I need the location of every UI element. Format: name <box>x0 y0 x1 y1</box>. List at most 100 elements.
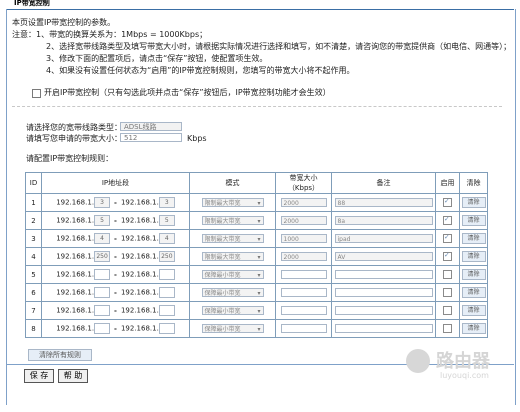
rule-note-input[interactable]: ipad <box>334 234 433 243</box>
rule-enabled-checkbox[interactable] <box>443 251 452 261</box>
mode-select[interactable]: 保障最小带宽 ▾ <box>201 270 264 279</box>
ip-end-input[interactable] <box>158 323 175 334</box>
rule-enabled-checkbox[interactable] <box>443 233 452 243</box>
help-button[interactable]: 帮 助 <box>58 369 88 383</box>
rule-enabled-checkbox[interactable] <box>443 324 452 333</box>
save-button[interactable]: 保 存 <box>24 369 54 383</box>
rule-enabled-checkbox[interactable] <box>443 288 452 297</box>
bandwidth-cell: 1000 <box>275 229 332 248</box>
rule-bandwidth-input[interactable] <box>280 288 327 297</box>
rule-note-input[interactable]: 8a <box>334 216 433 225</box>
rule-clear-button[interactable]: 清除 <box>461 215 486 226</box>
bandwidth-label: 请填写您申请的带宽大小： <box>26 134 122 143</box>
col-header-bandwidth: 带宽大小（Kbps） <box>275 172 332 194</box>
note-2: 2、选择宽带线路类型及填写带宽大小时，请根据实际情况进行选择和填写，如不清楚，请… <box>46 42 512 51</box>
ip-range-cell: 192.168.1. -192.168.1. <box>41 283 190 302</box>
ip-start-input[interactable]: 3 <box>94 197 111 208</box>
mode-select[interactable]: 保障最小带宽 ▾ <box>201 288 264 297</box>
table-row: 8 192.168.1. -192.168.1. 保障最小带宽 ▾ 清除 <box>25 319 488 338</box>
ip-prefix: 192.168.1. <box>56 216 95 225</box>
mode-select[interactable]: 保障最小带宽 ▾ <box>201 324 264 333</box>
clear-cell: 清除 <box>459 247 488 266</box>
ip-prefix: 192.168.1. <box>120 252 159 261</box>
rule-bandwidth-input[interactable] <box>280 306 327 315</box>
rule-bandwidth-input[interactable]: 2000 <box>280 216 327 225</box>
enable-bandwidth-control-checkbox[interactable] <box>32 89 41 98</box>
enabled-cell <box>435 247 460 266</box>
rule-enabled-checkbox[interactable] <box>443 306 452 315</box>
rule-enabled-checkbox[interactable] <box>443 197 452 207</box>
rule-clear-button[interactable]: 清除 <box>461 269 486 280</box>
mode-cell: 限制最大带宽 ▾ <box>189 211 276 230</box>
ip-range-dash: - <box>114 234 117 243</box>
col-header-clear: 清除 <box>459 172 488 194</box>
rule-note-input[interactable]: 88 <box>334 198 433 207</box>
ip-start-input[interactable] <box>94 287 111 298</box>
rule-enabled-checkbox[interactable] <box>443 270 452 279</box>
rule-bandwidth-input[interactable] <box>280 324 327 333</box>
chevron-down-icon: ▾ <box>257 254 261 261</box>
bandwidth-cell <box>275 283 332 302</box>
bandwidth-input[interactable]: 512 <box>120 133 182 142</box>
ip-range-dash: - <box>114 288 117 297</box>
ip-end-input[interactable] <box>158 287 175 298</box>
bandwidth-cell: 2000 <box>275 247 332 266</box>
ip-end-input[interactable]: 5 <box>158 215 175 226</box>
rule-bandwidth-input[interactable]: 2000 <box>280 252 327 261</box>
rule-bandwidth-input[interactable]: 2000 <box>280 198 327 207</box>
watermark: 路由器 luyouqi.com <box>400 343 512 389</box>
rule-clear-button[interactable]: 清除 <box>461 197 486 208</box>
bandwidth-cell: 2000 <box>275 211 332 230</box>
ip-start-input[interactable]: 4 <box>94 233 111 244</box>
ip-end-input[interactable] <box>158 269 175 280</box>
enabled-cell <box>435 211 460 230</box>
ip-prefix: 192.168.1. <box>56 324 95 333</box>
rule-clear-button[interactable]: 清除 <box>461 251 486 262</box>
bandwidth-value: 512 <box>124 134 138 142</box>
ip-end-input[interactable]: 250 <box>158 251 175 262</box>
watermark-logo-icon <box>406 349 430 373</box>
ip-range-dash: - <box>114 306 117 315</box>
ip-prefix: 192.168.1. <box>120 306 159 315</box>
rule-clear-button[interactable]: 清除 <box>461 287 486 298</box>
enabled-cell <box>435 265 460 284</box>
ip-end-input[interactable]: 3 <box>158 197 175 208</box>
ip-start-input[interactable] <box>94 323 111 334</box>
note-cell: 88 <box>331 193 436 212</box>
rule-note-input[interactable] <box>334 270 433 279</box>
col-header-note: 备注 <box>331 172 436 194</box>
rule-clear-button[interactable]: 清除 <box>461 305 486 316</box>
ip-prefix: 192.168.1. <box>120 270 159 279</box>
ip-range-cell: 192.168.1. -192.168.1. <box>41 319 190 338</box>
ip-end-input[interactable] <box>158 305 175 316</box>
rule-clear-button[interactable]: 清除 <box>461 233 486 244</box>
rule-bandwidth-input[interactable] <box>280 270 327 279</box>
clear-all-rules-button[interactable]: 清除所有规则 <box>28 349 92 361</box>
watermark-url: luyouqi.com <box>440 371 489 380</box>
ip-start-input[interactable] <box>94 305 111 316</box>
note-cell: 8a <box>331 211 436 230</box>
mode-select[interactable]: 保障最小带宽 ▾ <box>201 306 264 315</box>
note-cell <box>331 301 436 320</box>
ip-start-input[interactable]: 5 <box>94 215 111 226</box>
rule-enabled-checkbox[interactable] <box>443 215 452 225</box>
line-type-select[interactable]: ADSL线路 <box>120 122 182 131</box>
mode-select[interactable]: 限制最大带宽 ▾ <box>201 216 264 225</box>
ip-prefix: 192.168.1. <box>56 288 95 297</box>
mode-select[interactable]: 限制最大带宽 ▾ <box>201 252 264 261</box>
rule-bandwidth-input[interactable]: 1000 <box>280 234 327 243</box>
ip-start-input[interactable] <box>94 269 111 280</box>
ip-range-dash: - <box>114 324 117 333</box>
ip-start-input[interactable]: 250 <box>94 251 111 262</box>
mode-select[interactable]: 限制最大带宽 ▾ <box>201 234 264 243</box>
rule-clear-button[interactable]: 清除 <box>461 323 486 334</box>
rules-table-header: ID IP地址段 模式 带宽大小（Kbps） 备注 启用 清除 <box>25 172 488 194</box>
rule-note-input[interactable]: AV <box>334 252 433 261</box>
ip-end-input[interactable]: 4 <box>158 233 175 244</box>
mode-select[interactable]: 限制最大带宽 ▾ <box>201 198 264 207</box>
intro-text: 本页设置IP带宽控制的参数。 <box>12 18 116 27</box>
rule-note-input[interactable] <box>334 288 433 297</box>
rule-note-input[interactable] <box>334 306 433 315</box>
bandwidth-cell: 2000 <box>275 193 332 212</box>
rule-note-input[interactable] <box>334 324 433 333</box>
